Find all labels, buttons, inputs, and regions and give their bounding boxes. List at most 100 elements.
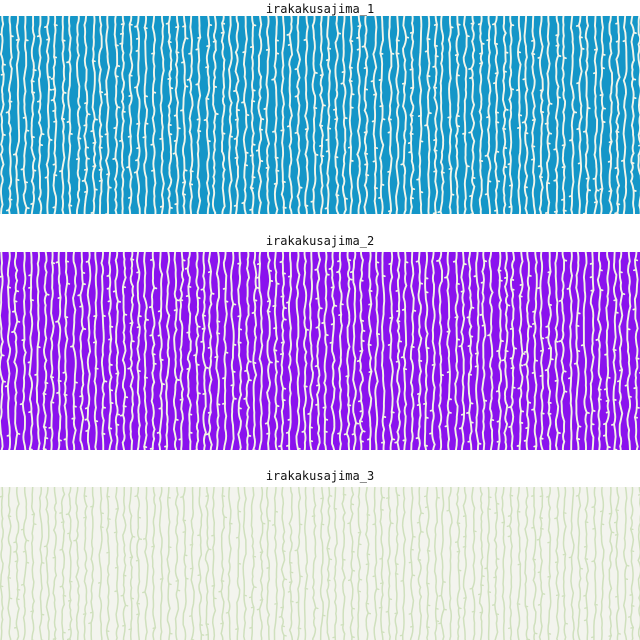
pattern-stripe-tick <box>426 582 430 585</box>
pattern-stripe-tick <box>610 531 615 534</box>
pattern-stripe-tick <box>235 536 240 539</box>
pattern-stripe-tick <box>635 406 640 409</box>
pattern-stripe-tick <box>349 106 354 109</box>
pattern-stripe-tick <box>348 79 353 83</box>
pattern-stripe-tick <box>395 563 399 565</box>
pattern-stripe-tick <box>601 53 606 56</box>
pattern-stripe-tick <box>232 303 237 306</box>
pattern-stripe-tick <box>263 107 268 110</box>
pattern-stripe-tick <box>212 40 217 43</box>
pattern-stripe-tick <box>121 110 126 113</box>
pattern-stripe-tick <box>540 412 545 415</box>
pattern-stripe-tick <box>259 128 263 131</box>
pattern-stripe-tick <box>144 95 148 98</box>
pattern-stripe-tick <box>2 63 6 66</box>
pattern-stripe-tick <box>524 605 529 608</box>
pattern-stripe-tick <box>266 310 271 313</box>
pattern-swatch-2 <box>0 252 640 450</box>
pattern-stripe-tick <box>373 93 378 96</box>
pattern-stripe-tick <box>523 350 528 353</box>
pattern-stripe-tick <box>167 496 171 499</box>
pattern-stripe-tick <box>43 25 48 29</box>
pattern-stripe-tick <box>380 183 385 186</box>
pattern-stripe-tick <box>269 279 274 282</box>
pattern-stripe-tick <box>220 622 224 625</box>
pattern-stripe-tick <box>510 366 515 370</box>
pattern-stripe-tick <box>599 510 604 513</box>
pattern-stripe-tick <box>634 258 639 262</box>
pattern-stripe-tick <box>120 594 125 597</box>
pattern-stripe-tick <box>188 52 193 55</box>
pattern-stripe-tick <box>386 496 390 499</box>
pattern-stripe-tick <box>371 120 376 123</box>
pattern-stripe-tick <box>195 48 200 51</box>
pattern-stripe-tick <box>431 363 436 366</box>
pattern-stripe-tick <box>340 82 345 85</box>
pattern-stripe-tick <box>264 422 269 425</box>
pattern-stripe-tick <box>283 306 287 310</box>
pattern-stripe-tick <box>357 531 362 534</box>
pattern-stripe-tick <box>443 608 447 611</box>
pattern-stripe-tick <box>469 421 474 424</box>
pattern-stripe-tick <box>169 632 173 635</box>
pattern-stripe-tick <box>83 516 87 519</box>
pattern-stripe-tick <box>282 387 287 390</box>
pattern-stripe-tick <box>120 22 125 26</box>
pattern-stripe-tick <box>507 405 512 409</box>
pattern-stripe-tick <box>337 259 341 263</box>
pattern-stripe-tick <box>84 101 89 105</box>
pattern-stripe-tick <box>144 122 149 125</box>
pattern-stripe-tick <box>480 42 485 45</box>
pattern-stripe-tick <box>7 515 12 518</box>
pattern-stripe-tick <box>244 151 249 154</box>
pattern-stripe-tick <box>225 611 230 614</box>
pattern-stripe-tick <box>229 135 233 138</box>
pattern-stripe-tick <box>243 594 247 597</box>
pattern-stripe-tick <box>457 569 462 572</box>
pattern-stripe-tick <box>134 495 138 498</box>
pattern-stripe-tick <box>615 509 619 512</box>
pattern-stripe-tick <box>52 556 56 559</box>
pattern-stripe-tick <box>119 42 124 45</box>
pattern-stripe-tick <box>615 130 620 133</box>
pattern-svg-3 <box>0 487 640 640</box>
pattern-stripe-tick <box>627 615 632 618</box>
pattern-stripe-tick <box>205 633 209 636</box>
pattern-stripe-tick <box>22 550 27 553</box>
pattern-stripe-tick <box>128 23 133 26</box>
pattern-stripe-tick <box>0 354 5 357</box>
pattern-stripe-tick <box>182 530 186 533</box>
pattern-stripe-tick <box>497 269 502 272</box>
pattern-stripe-tick <box>287 418 292 421</box>
pattern-stripe-tick <box>108 363 113 366</box>
pattern-stripe-tick <box>495 557 500 560</box>
pattern-stripe-tick <box>280 341 285 344</box>
pattern-stripe-tick <box>456 74 460 77</box>
pattern-stripe-tick <box>613 298 618 302</box>
pattern-stripe-tick <box>32 169 37 172</box>
pattern-stripe-tick <box>495 121 500 124</box>
pattern-stripe-tick <box>435 620 440 623</box>
pattern-stripe-tick <box>196 392 201 395</box>
pattern-stripe-tick <box>627 395 632 398</box>
pattern-stripe-tick <box>343 432 348 436</box>
pattern-stripe-tick <box>282 206 287 209</box>
pattern-stripe-tick <box>279 260 284 263</box>
pattern-stripe-tick <box>390 522 394 525</box>
pattern-stripe-tick <box>576 312 581 315</box>
pattern-stripe-tick <box>287 275 292 278</box>
pattern-stripe-tick <box>367 343 372 346</box>
pattern-stripe-tick <box>582 212 587 214</box>
pattern-stripe-tick <box>340 623 345 626</box>
pattern-stripe-tick <box>454 541 459 543</box>
pattern-stripe-tick <box>600 523 605 526</box>
pattern-stripe-tick <box>286 301 290 304</box>
pattern-stripe-tick <box>423 495 428 498</box>
pattern-stripe-tick <box>517 126 521 129</box>
pattern-stripe-tick <box>57 296 62 299</box>
pattern-stripe-tick <box>630 161 635 164</box>
pattern-stripe-tick <box>210 292 215 295</box>
pattern-stripe-tick <box>90 505 94 508</box>
pattern-stripe-tick <box>359 279 364 282</box>
pattern-stripe-tick <box>603 388 608 391</box>
